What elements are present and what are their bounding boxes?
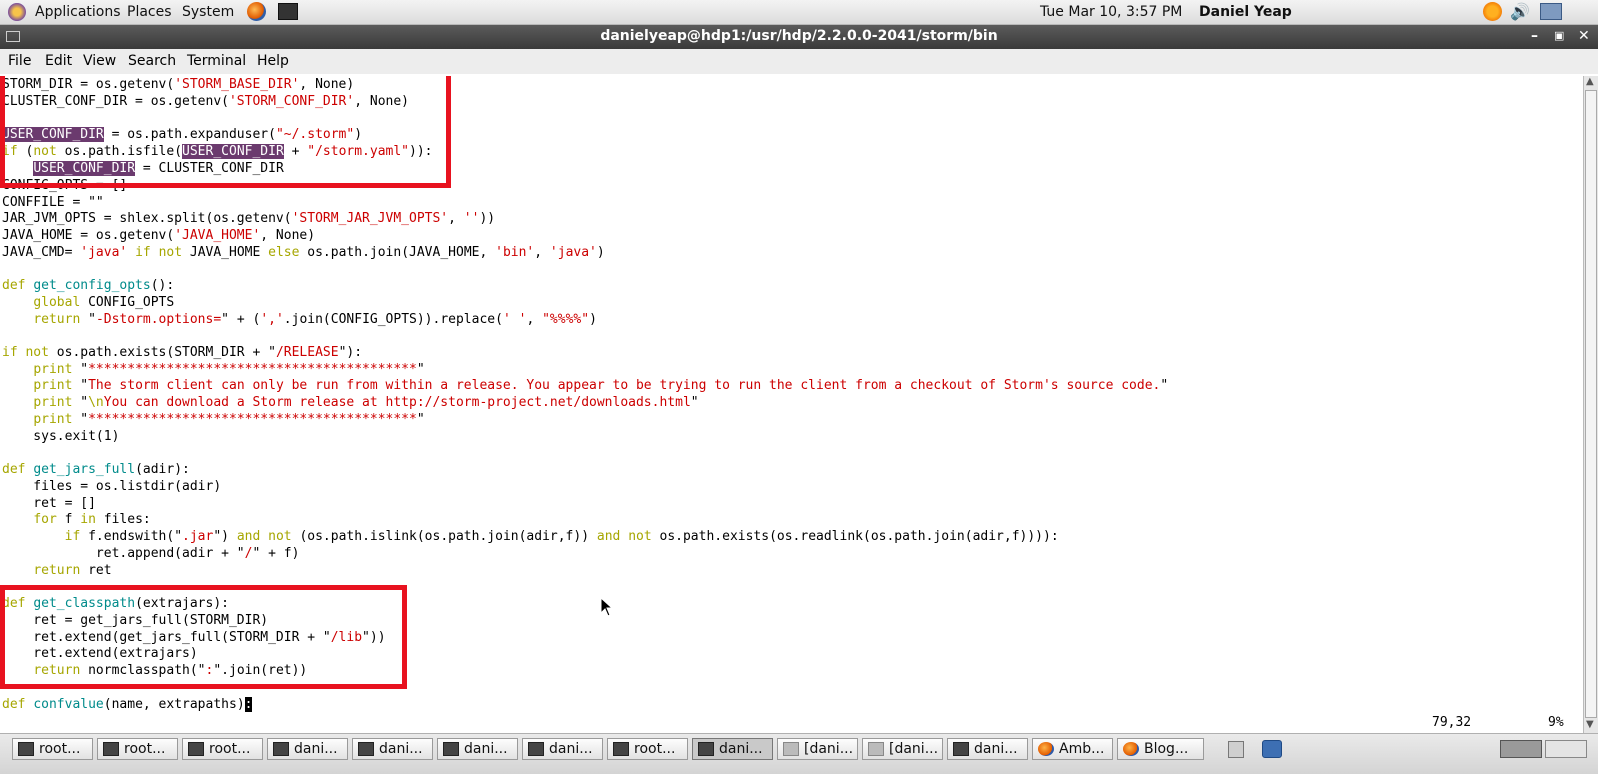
terminal-icon xyxy=(953,742,969,756)
task-button[interactable]: Amb... xyxy=(1032,738,1113,760)
menu-view[interactable]: View xyxy=(83,53,116,69)
task-button[interactable]: dani... xyxy=(947,738,1028,760)
window-title: danielyeap@hdp1:/usr/hdp/2.2.0.0-2041/st… xyxy=(600,28,998,44)
menu-terminal[interactable]: Terminal xyxy=(187,53,246,69)
scroll-down-icon[interactable]: ▼ xyxy=(1586,719,1594,730)
firefox-icon xyxy=(1123,742,1139,756)
task-button[interactable]: dani... xyxy=(437,738,518,760)
code-line: print "*********************************… xyxy=(33,362,425,377)
scroll-percent: 9% xyxy=(1548,715,1564,730)
terminal-icon xyxy=(273,742,289,756)
code-line: def get_jars_full(adir): xyxy=(2,462,190,477)
task-button[interactable]: root... xyxy=(607,738,688,760)
terminal-icon xyxy=(188,742,204,756)
minimize-icon[interactable]: – xyxy=(1531,28,1538,44)
code-line: print "*********************************… xyxy=(33,412,425,427)
code-line: ret = [] xyxy=(2,496,96,511)
top-panel: Applications Places System Tue Mar 10, 3… xyxy=(0,0,1598,25)
workspace-switcher-icon[interactable] xyxy=(1262,740,1282,758)
code-line: if not os.path.exists(STORM_DIR + "/RELE… xyxy=(2,345,363,360)
code-line: return ret xyxy=(33,563,112,578)
terminal-icon xyxy=(18,742,34,756)
code-line: files = os.listdir(adir) xyxy=(2,479,222,494)
user-menu[interactable]: Daniel Yeap xyxy=(1199,3,1292,21)
code-line: return "-Dstorm.options=" + (','.join(CO… xyxy=(33,312,597,327)
code-line: print "\nYou can download a Storm releas… xyxy=(33,395,699,410)
task-button[interactable]: root... xyxy=(12,738,93,760)
terminal-icon xyxy=(613,742,629,756)
task-button-active[interactable]: dani... xyxy=(692,738,773,760)
workspace-2-icon[interactable] xyxy=(1545,740,1587,758)
code-line: JAVA_HOME = os.getenv('JAVA_HOME', None) xyxy=(2,228,316,243)
firefox-launcher-icon[interactable] xyxy=(247,2,266,21)
menu-help[interactable]: Help xyxy=(257,53,289,69)
clock[interactable]: Tue Mar 10, 3:57 PM xyxy=(1040,3,1182,21)
code-line: def get_config_opts(): xyxy=(2,278,175,293)
menu-edit[interactable]: Edit xyxy=(45,53,72,69)
volume-icon[interactable]: 🔊 xyxy=(1510,2,1530,21)
mouse-pointer-icon xyxy=(600,597,614,617)
code-line: JAR_JVM_OPTS = shlex.split(os.getenv('ST… xyxy=(2,211,496,226)
code-line: sys.exit(1) xyxy=(2,429,120,444)
close-icon[interactable]: ✕ xyxy=(1578,28,1590,44)
vertical-scrollbar[interactable]: ▲ ▼ xyxy=(1583,76,1598,733)
applications-icon[interactable] xyxy=(8,3,26,21)
system-menu[interactable]: System xyxy=(182,3,234,21)
code-line: ret.append(adir + "/" + f) xyxy=(2,546,300,561)
highlight-box-conf-dir xyxy=(0,76,451,188)
terminal-menubar: File Edit View Search Terminal Help xyxy=(0,49,1598,74)
places-menu[interactable]: Places xyxy=(127,3,172,21)
cursor-position: 79,32 xyxy=(1432,715,1472,730)
task-button[interactable]: [dani... xyxy=(862,738,943,760)
terminal-icon xyxy=(443,742,459,756)
window-titlebar: danielyeap@hdp1:/usr/hdp/2.2.0.0-2041/st… xyxy=(0,25,1598,49)
code-line: JAVA_CMD= 'java' if not JAVA_HOME else o… xyxy=(2,245,605,260)
text-cursor: : xyxy=(244,697,253,712)
code-line: global CONFIG_OPTS xyxy=(33,295,175,310)
scroll-up-icon[interactable]: ▲ xyxy=(1586,76,1594,87)
trash-icon[interactable] xyxy=(1228,741,1244,758)
update-notifier-icon[interactable] xyxy=(1483,2,1502,21)
maximize-icon[interactable]: ▣ xyxy=(1554,29,1564,42)
network-icon[interactable] xyxy=(1540,3,1562,20)
terminal-icon xyxy=(868,742,884,756)
task-button[interactable]: dani... xyxy=(352,738,433,760)
menu-search[interactable]: Search xyxy=(128,53,176,69)
terminal-icon xyxy=(528,742,544,756)
code-line: if f.endswith(".jar") and not (os.path.i… xyxy=(64,529,1059,544)
bottom-taskbar: root... root... root... dani... dani... … xyxy=(0,733,1598,774)
applications-menu[interactable]: Applications xyxy=(35,3,121,21)
terminal-icon xyxy=(698,742,714,756)
code-line: CONFFILE = "" xyxy=(2,195,104,210)
terminal-launcher-icon[interactable] xyxy=(278,3,298,20)
code-line: print "The storm client can only be run … xyxy=(33,378,1169,393)
code-line: def confvalue(name, extrapaths): xyxy=(2,697,253,712)
scroll-thumb[interactable] xyxy=(1585,90,1597,718)
firefox-icon xyxy=(1038,742,1054,756)
code-line: for f in files: xyxy=(33,512,151,527)
highlight-box-get-classpath xyxy=(0,585,407,689)
menu-file[interactable]: File xyxy=(8,53,31,69)
terminal-icon xyxy=(103,742,119,756)
task-button[interactable]: dani... xyxy=(267,738,348,760)
task-button[interactable]: Blog... xyxy=(1117,738,1204,760)
terminal-editor[interactable]: STORM_DIR = os.getenv('STORM_BASE_DIR', … xyxy=(0,76,1583,745)
task-button[interactable]: root... xyxy=(97,738,178,760)
terminal-icon xyxy=(358,742,374,756)
task-button[interactable]: [dani... xyxy=(777,738,858,760)
terminal-icon xyxy=(783,742,799,756)
workspace-1-icon[interactable] xyxy=(1500,740,1542,758)
task-button[interactable]: root... xyxy=(182,738,263,760)
task-button[interactable]: dani... xyxy=(522,738,603,760)
